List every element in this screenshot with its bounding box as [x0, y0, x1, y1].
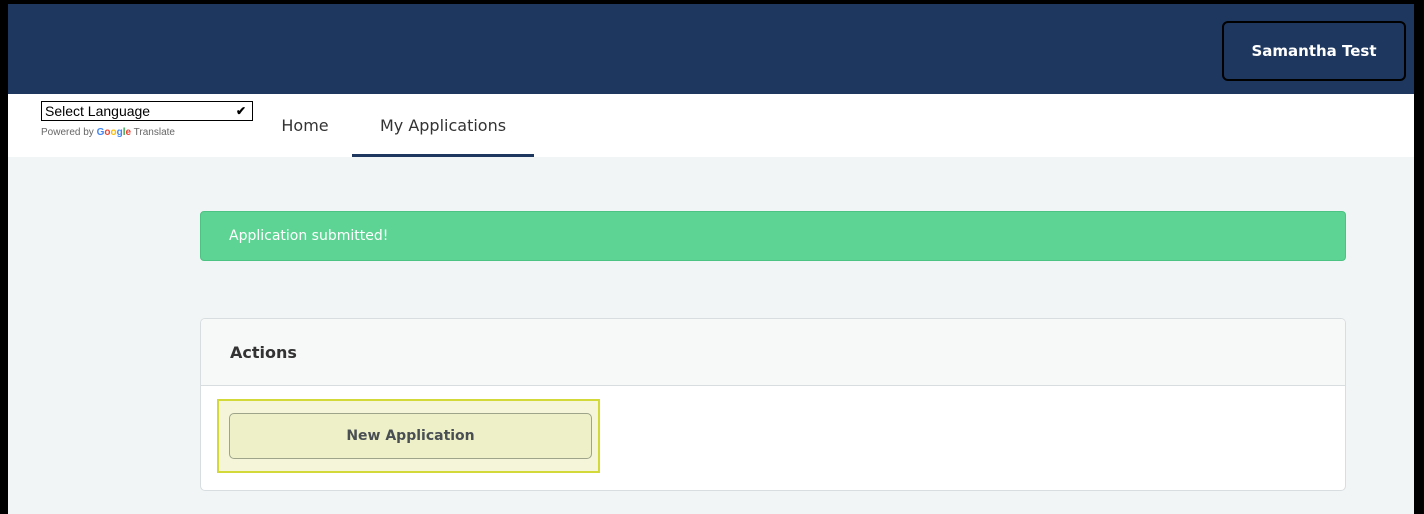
language-select-value: Select Language: [45, 103, 151, 119]
language-select[interactable]: Select Language ✔: [41, 101, 253, 121]
success-alert: Application submitted!: [200, 211, 1346, 261]
actions-panel: Actions New Application: [200, 318, 1346, 491]
google-translate-widget: Select Language ✔ Powered by Google Tran…: [41, 101, 253, 138]
top-header-bar: Samantha Test: [8, 4, 1414, 94]
page-frame: Samantha Test Select Language ✔ Powered …: [8, 4, 1414, 514]
alert-message: Application submitted!: [229, 228, 389, 244]
powered-by-google: Powered by Google Translate: [41, 127, 253, 138]
nav-link-my-applications[interactable]: My Applications: [352, 94, 534, 157]
new-application-button[interactable]: New Application: [229, 413, 592, 459]
chevron-down-icon: ✔: [235, 104, 246, 118]
actions-panel-title: Actions: [230, 342, 297, 362]
translate-label: Translate: [133, 127, 175, 138]
nav-link-home[interactable]: Home: [278, 94, 332, 157]
google-logo-icon: Google: [96, 127, 132, 138]
powered-by-label: Powered by: [41, 127, 94, 138]
nav-bar: Select Language ✔ Powered by Google Tran…: [8, 94, 1414, 157]
actions-panel-header: Actions: [201, 319, 1345, 386]
new-application-highlight: New Application: [217, 399, 600, 473]
user-menu-button[interactable]: Samantha Test: [1222, 21, 1406, 81]
